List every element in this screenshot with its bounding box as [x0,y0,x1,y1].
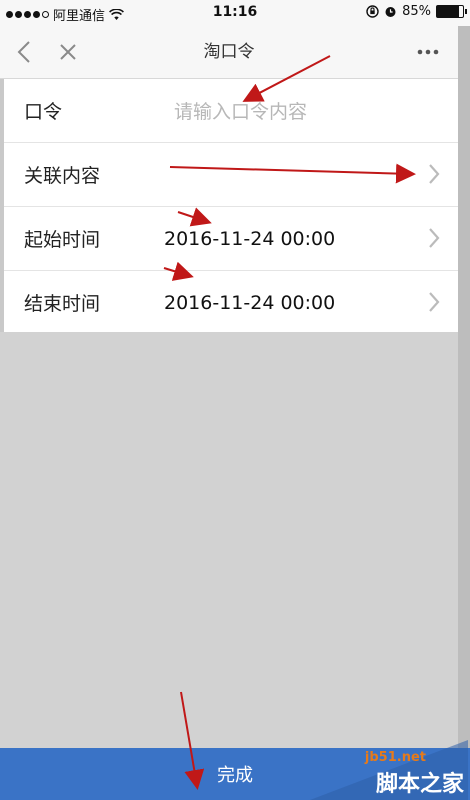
battery-icon [436,5,467,18]
command-input[interactable]: 请输入口令内容 [174,97,307,124]
start-time-label: 起始时间 [24,229,101,251]
app-screen: 阿里通信 11:16 85% 淘口令 口令 请输入口令内容 关联内容 起始时间 … [0,0,470,800]
command-row[interactable]: 口令 请输入口令内容 [4,79,458,143]
related-content-row[interactable]: 关联内容 [4,143,458,207]
battery-percent: 85% [402,4,431,19]
navigation-bar: 淘口令 [0,26,458,79]
status-right: 85% [366,4,467,19]
command-label: 口令 [24,101,63,123]
end-time-row[interactable]: 结束时间 2016-11-24 00:00 [4,271,458,335]
rotation-lock-icon [366,5,379,18]
start-time-row[interactable]: 起始时间 2016-11-24 00:00 [4,207,458,271]
site-watermark: jb51.net 脚本之家 [290,740,470,800]
page-title: 淘口令 [203,42,255,62]
end-time-label: 结束时间 [24,293,101,315]
more-dots-icon [417,49,439,55]
related-content-label: 关联内容 [24,165,101,187]
dimmed-backdrop [0,332,458,748]
status-bar: 阿里通信 11:16 85% [0,0,470,26]
done-label: 完成 [217,765,253,786]
battery-level [437,6,460,17]
start-time-value: 2016-11-24 00:00 [164,227,336,250]
chevron-right-icon [429,228,440,248]
watermark-name: 脚本之家 [375,772,464,797]
command-form: 口令 请输入口令内容 关联内容 起始时间 2016-11-24 00:00 结束… [4,79,458,335]
more-options-button[interactable] [408,26,448,78]
end-time-value: 2016-11-24 00:00 [164,291,336,314]
watermark-url: jb51.net [364,750,426,765]
chevron-right-icon [429,292,440,312]
chevron-right-icon [429,164,440,184]
alarm-icon [385,7,396,17]
right-edge-shadow [458,26,470,748]
